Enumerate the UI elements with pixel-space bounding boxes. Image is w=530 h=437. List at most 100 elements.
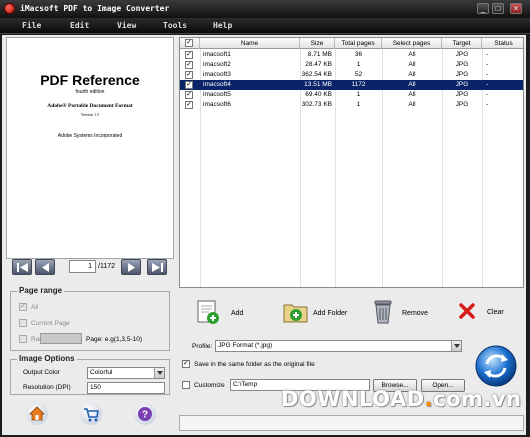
pdf-preview-pane: PDF Reference fourth edition Adobe® Port… xyxy=(6,37,174,259)
cell-target: JPG xyxy=(455,51,469,58)
table-row[interactable]: ✓ imacsoft3 362.54 KB 52 All JPG - xyxy=(180,70,523,80)
current-page-input[interactable]: 1 xyxy=(69,260,96,273)
menu-edit[interactable]: Edit xyxy=(70,21,89,30)
row-checkbox[interactable]: ✓ xyxy=(185,51,193,59)
menu-tools[interactable]: Tools xyxy=(163,21,187,30)
cell-target: JPG xyxy=(455,101,469,108)
add-button[interactable]: Add xyxy=(195,299,250,329)
column-header-name[interactable]: Name xyxy=(200,38,300,49)
table-row[interactable]: ✓ imacsoft4 13.51 MB 1172 All JPG - xyxy=(180,80,523,90)
help-icon: ? xyxy=(138,407,152,421)
cell-name: imacsoft6 xyxy=(203,101,231,108)
menu-help[interactable]: Help xyxy=(213,21,232,30)
page-range-legend: Page range xyxy=(17,286,65,295)
resolution-input[interactable]: 150 xyxy=(87,382,165,394)
minimize-button[interactable]: _ xyxy=(477,3,489,14)
cell-name: imacsoft2 xyxy=(203,61,231,68)
add-folder-button[interactable]: Add Folder xyxy=(282,299,352,329)
cell-name: imacsoft1 xyxy=(203,51,231,58)
current-page-checkbox[interactable] xyxy=(19,319,27,327)
row-checkbox[interactable]: ✓ xyxy=(185,71,193,79)
profile-value: JPG Format (*.jpg) xyxy=(218,342,273,349)
current-page-label: Current Page xyxy=(31,320,70,327)
table-row[interactable]: ✓ imacsoft6 302.73 KB 1 All JPG - xyxy=(180,100,523,110)
watermark-text-a: DOWNLOAD xyxy=(281,387,425,411)
cell-size: 302.73 KB xyxy=(301,101,332,108)
cell-size: 28.47 KB xyxy=(305,61,332,68)
next-page-icon xyxy=(128,263,135,272)
cell-total: 36 xyxy=(354,51,363,58)
table-row[interactable]: ✓ imacsoft2 28.47 KB 1 All JPG - xyxy=(180,60,523,70)
row-checkbox[interactable]: ✓ xyxy=(185,91,193,99)
cell-size: 69.40 KB xyxy=(305,91,332,98)
table-row[interactable]: ✓ imacsoft1 8.71 MB 36 All JPG - xyxy=(180,50,523,60)
column-header-size[interactable]: Size xyxy=(300,38,335,49)
customize-label: Customize xyxy=(194,382,225,389)
row-checkbox[interactable]: ✓ xyxy=(185,101,193,109)
preview-publisher: Adobe Systems Incorporated xyxy=(57,133,123,139)
main-window: PDF Reference fourth edition Adobe® Port… xyxy=(2,35,526,435)
add-folder-icon xyxy=(283,304,308,323)
row-checkbox[interactable]: ✓ xyxy=(185,81,193,89)
convert-button[interactable] xyxy=(474,344,518,388)
cell-status: - xyxy=(486,91,489,98)
file-list-table: ✓ Name Size Total pages Select pages Tar… xyxy=(179,37,524,288)
prev-page-button[interactable] xyxy=(35,259,55,275)
cell-select: All xyxy=(408,81,416,88)
cell-size: 13.51 MB xyxy=(304,81,332,88)
first-page-button[interactable] xyxy=(12,259,32,275)
column-header-status[interactable]: Status xyxy=(482,38,525,49)
row-checkbox[interactable]: ✓ xyxy=(185,61,193,69)
home-icon xyxy=(29,406,45,421)
cart-icon xyxy=(84,408,99,422)
range-input[interactable] xyxy=(40,333,82,344)
table-row[interactable]: ✓ imacsoft5 69.40 KB 1 All JPG - xyxy=(180,90,523,100)
cell-total: 1172 xyxy=(351,81,366,88)
next-page-button[interactable] xyxy=(121,259,141,275)
add-label: Add xyxy=(231,310,244,317)
cell-select: All xyxy=(408,71,416,78)
select-all-checkbox[interactable]: ✓ xyxy=(185,39,193,47)
home-button[interactable] xyxy=(26,403,48,425)
cell-name: imacsoft5 xyxy=(203,91,231,98)
select-all-header[interactable]: ✓ xyxy=(180,38,200,49)
column-header-select-pages[interactable]: Select pages xyxy=(382,38,442,49)
chevron-down-icon xyxy=(154,368,164,378)
remove-button[interactable]: Remove xyxy=(372,298,432,328)
add-folder-label: Add Folder xyxy=(313,310,348,317)
same-folder-checkbox[interactable]: ✓ xyxy=(182,360,190,368)
close-button[interactable]: × xyxy=(510,3,522,14)
prev-page-icon xyxy=(42,263,49,272)
profile-label: Profile: xyxy=(192,343,213,350)
help-button[interactable]: ? xyxy=(134,403,156,425)
output-color-select[interactable]: Colorful xyxy=(87,367,165,379)
progress-status-bar xyxy=(179,415,524,431)
clear-button[interactable]: Clear xyxy=(459,301,509,327)
column-header-total-pages[interactable]: Total pages xyxy=(335,38,382,49)
maximize-button[interactable]: □ xyxy=(492,3,504,14)
buy-button[interactable] xyxy=(80,403,102,425)
output-color-value: Colorful xyxy=(90,369,113,376)
page-navigation: 1 /1172 xyxy=(6,257,174,279)
app-logo-icon xyxy=(4,3,15,14)
menu-bar: File Edit View Tools Help xyxy=(0,18,530,34)
all-pages-checkbox[interactable]: ✓ xyxy=(19,303,27,311)
remove-label: Remove xyxy=(402,310,429,317)
cell-select: All xyxy=(408,101,416,108)
profile-select[interactable]: JPG Format (*.jpg) xyxy=(215,340,462,352)
cell-size: 362.54 KB xyxy=(301,71,332,78)
preview-title: PDF Reference xyxy=(40,72,140,88)
cell-select: All xyxy=(408,91,416,98)
cell-size: 8.71 MB xyxy=(307,51,332,58)
clear-label: Clear xyxy=(487,309,504,316)
chevron-down-icon xyxy=(451,341,461,351)
menu-view[interactable]: View xyxy=(117,21,136,30)
total-pages-label: /1172 xyxy=(98,263,115,270)
column-header-target[interactable]: Target xyxy=(442,38,482,49)
preview-subtitle: Adobe® Portable Document Format xyxy=(47,103,133,109)
range-checkbox[interactable] xyxy=(19,335,27,343)
svg-text:?: ? xyxy=(142,410,148,421)
menu-file[interactable]: File xyxy=(22,21,41,30)
last-page-button[interactable] xyxy=(147,259,167,275)
customize-checkbox[interactable] xyxy=(182,381,190,389)
